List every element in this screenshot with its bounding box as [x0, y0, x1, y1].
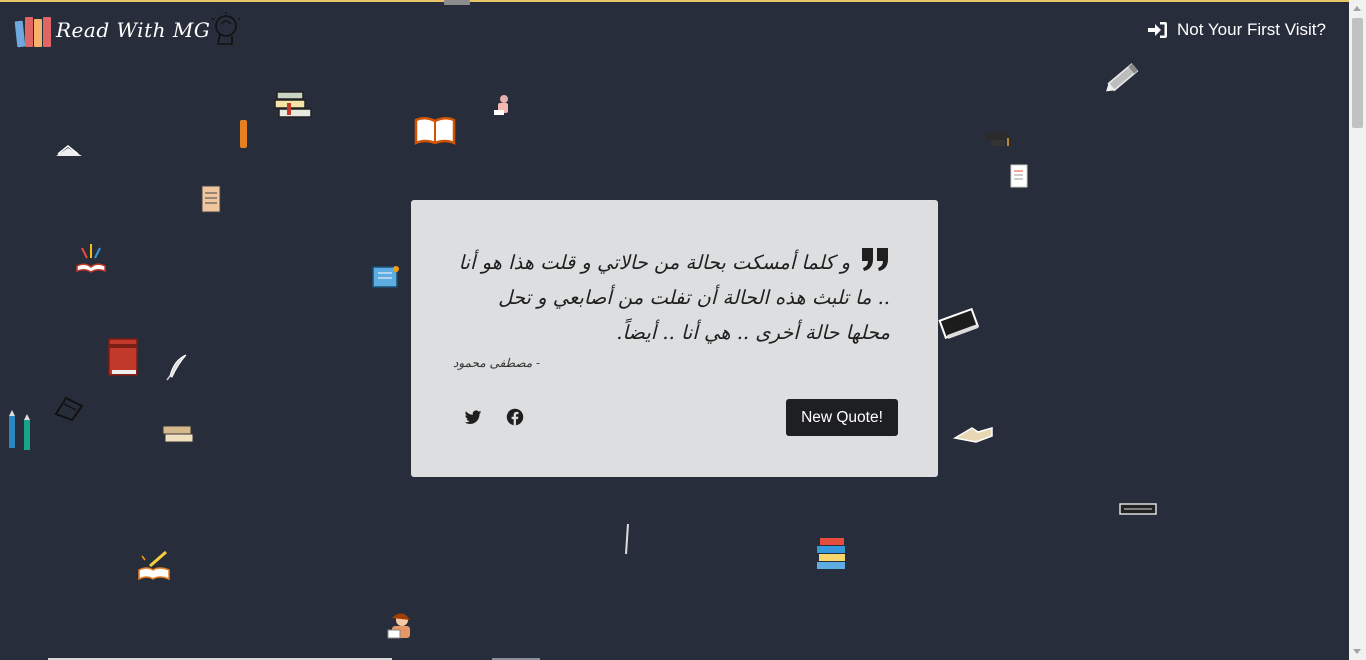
graduation-cap-icon — [982, 130, 1014, 146]
open-book-icon — [952, 427, 993, 443]
tablet-book-icon — [372, 266, 399, 288]
clipboard-icon — [1010, 164, 1028, 188]
reading-person-icon — [387, 613, 410, 639]
quote-card: و كلما أمسكت بحالة من حالاتي و قلت هذا ه… — [411, 200, 938, 477]
top-accent-line — [0, 0, 1366, 2]
quote-author: - مصطفى محمود — [453, 356, 541, 370]
reading-person-icon — [494, 95, 508, 115]
books-icon — [162, 425, 194, 443]
book-icon — [444, 0, 470, 5]
login-link[interactable]: Not Your First Visit? — [1148, 18, 1326, 42]
book-pencil-icon — [138, 550, 170, 581]
twitter-icon[interactable] — [464, 408, 482, 426]
site-logo[interactable]: Read With MG — [14, 8, 242, 52]
thinking-head-icon — [211, 12, 241, 45]
page: Read With MG Not Your First Visit? و كلم… — [0, 0, 1366, 660]
scroll-up-icon[interactable] — [1353, 6, 1361, 11]
new-quote-button[interactable]: New Quote! — [786, 399, 898, 436]
logo-text: Read With MG — [56, 18, 211, 42]
glasses-book-icon — [54, 396, 84, 422]
pencil-icon — [625, 523, 629, 555]
page-scrollbar[interactable] — [1349, 0, 1366, 660]
pencil-icon — [240, 120, 247, 148]
book-stack-icon — [274, 91, 312, 118]
sign-in-icon — [1148, 22, 1168, 38]
quill-icon — [166, 354, 187, 381]
books-logo-icon — [14, 13, 54, 48]
notebook-icon — [201, 185, 221, 213]
magic-book-icon — [76, 244, 106, 273]
book-icon — [938, 307, 980, 339]
pencils-icon — [9, 410, 30, 450]
red-book-icon — [108, 338, 138, 376]
book-stack-icon — [817, 538, 845, 569]
pencil-icon — [1106, 63, 1139, 92]
login-label: Not Your First Visit? — [1177, 20, 1326, 39]
scroll-down-icon[interactable] — [1353, 649, 1361, 654]
scroll-thumb[interactable] — [1352, 18, 1363, 128]
book-icon — [1119, 503, 1157, 515]
open-book-icon — [56, 145, 82, 156]
quote-text: و كلما أمسكت بحالة من حالاتي و قلت هذا ه… — [458, 251, 890, 344]
facebook-icon[interactable] — [506, 408, 524, 426]
open-book-icon — [414, 117, 456, 145]
